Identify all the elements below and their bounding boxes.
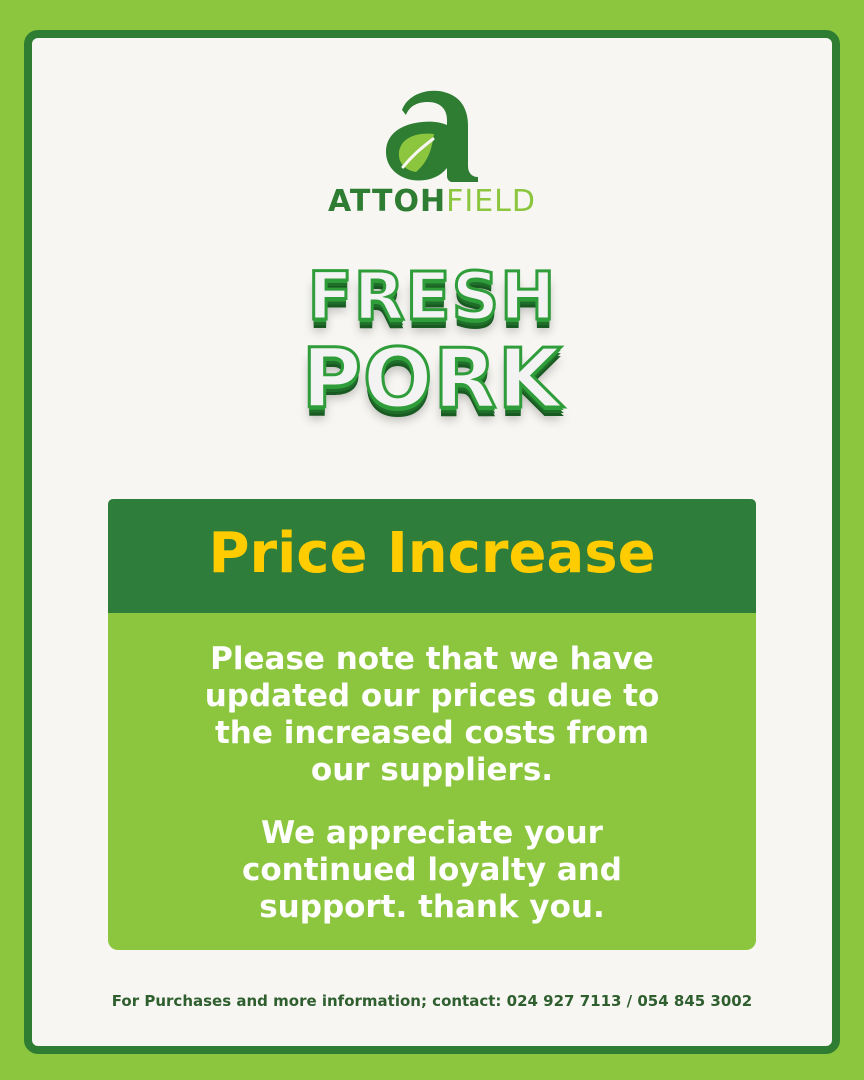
notice-message-box: Please note that we have updated our pri… <box>108 613 756 950</box>
brand-name: ATTOHFIELD <box>0 184 864 220</box>
contact-footer: For Purchases and more information; cont… <box>111 992 753 1010</box>
notice-paragraph-2: We appreciate your continued loyalty and… <box>241 815 622 925</box>
leaf-letter-a-icon <box>386 90 478 182</box>
brand-name-part-1: ATTOH <box>328 184 447 219</box>
price-increase-banner: Price Increase <box>108 499 756 613</box>
headline-pork: PORK <box>300 331 563 429</box>
brand-logo: ATTOHFIELD <box>0 82 864 222</box>
headline-fresh: FRESH <box>306 257 557 337</box>
notice-paragraph-1: Please note that we have updated our pri… <box>204 641 660 788</box>
price-increase-title: Price Increase <box>208 521 656 586</box>
brand-name-part-2: FIELD <box>446 184 536 219</box>
